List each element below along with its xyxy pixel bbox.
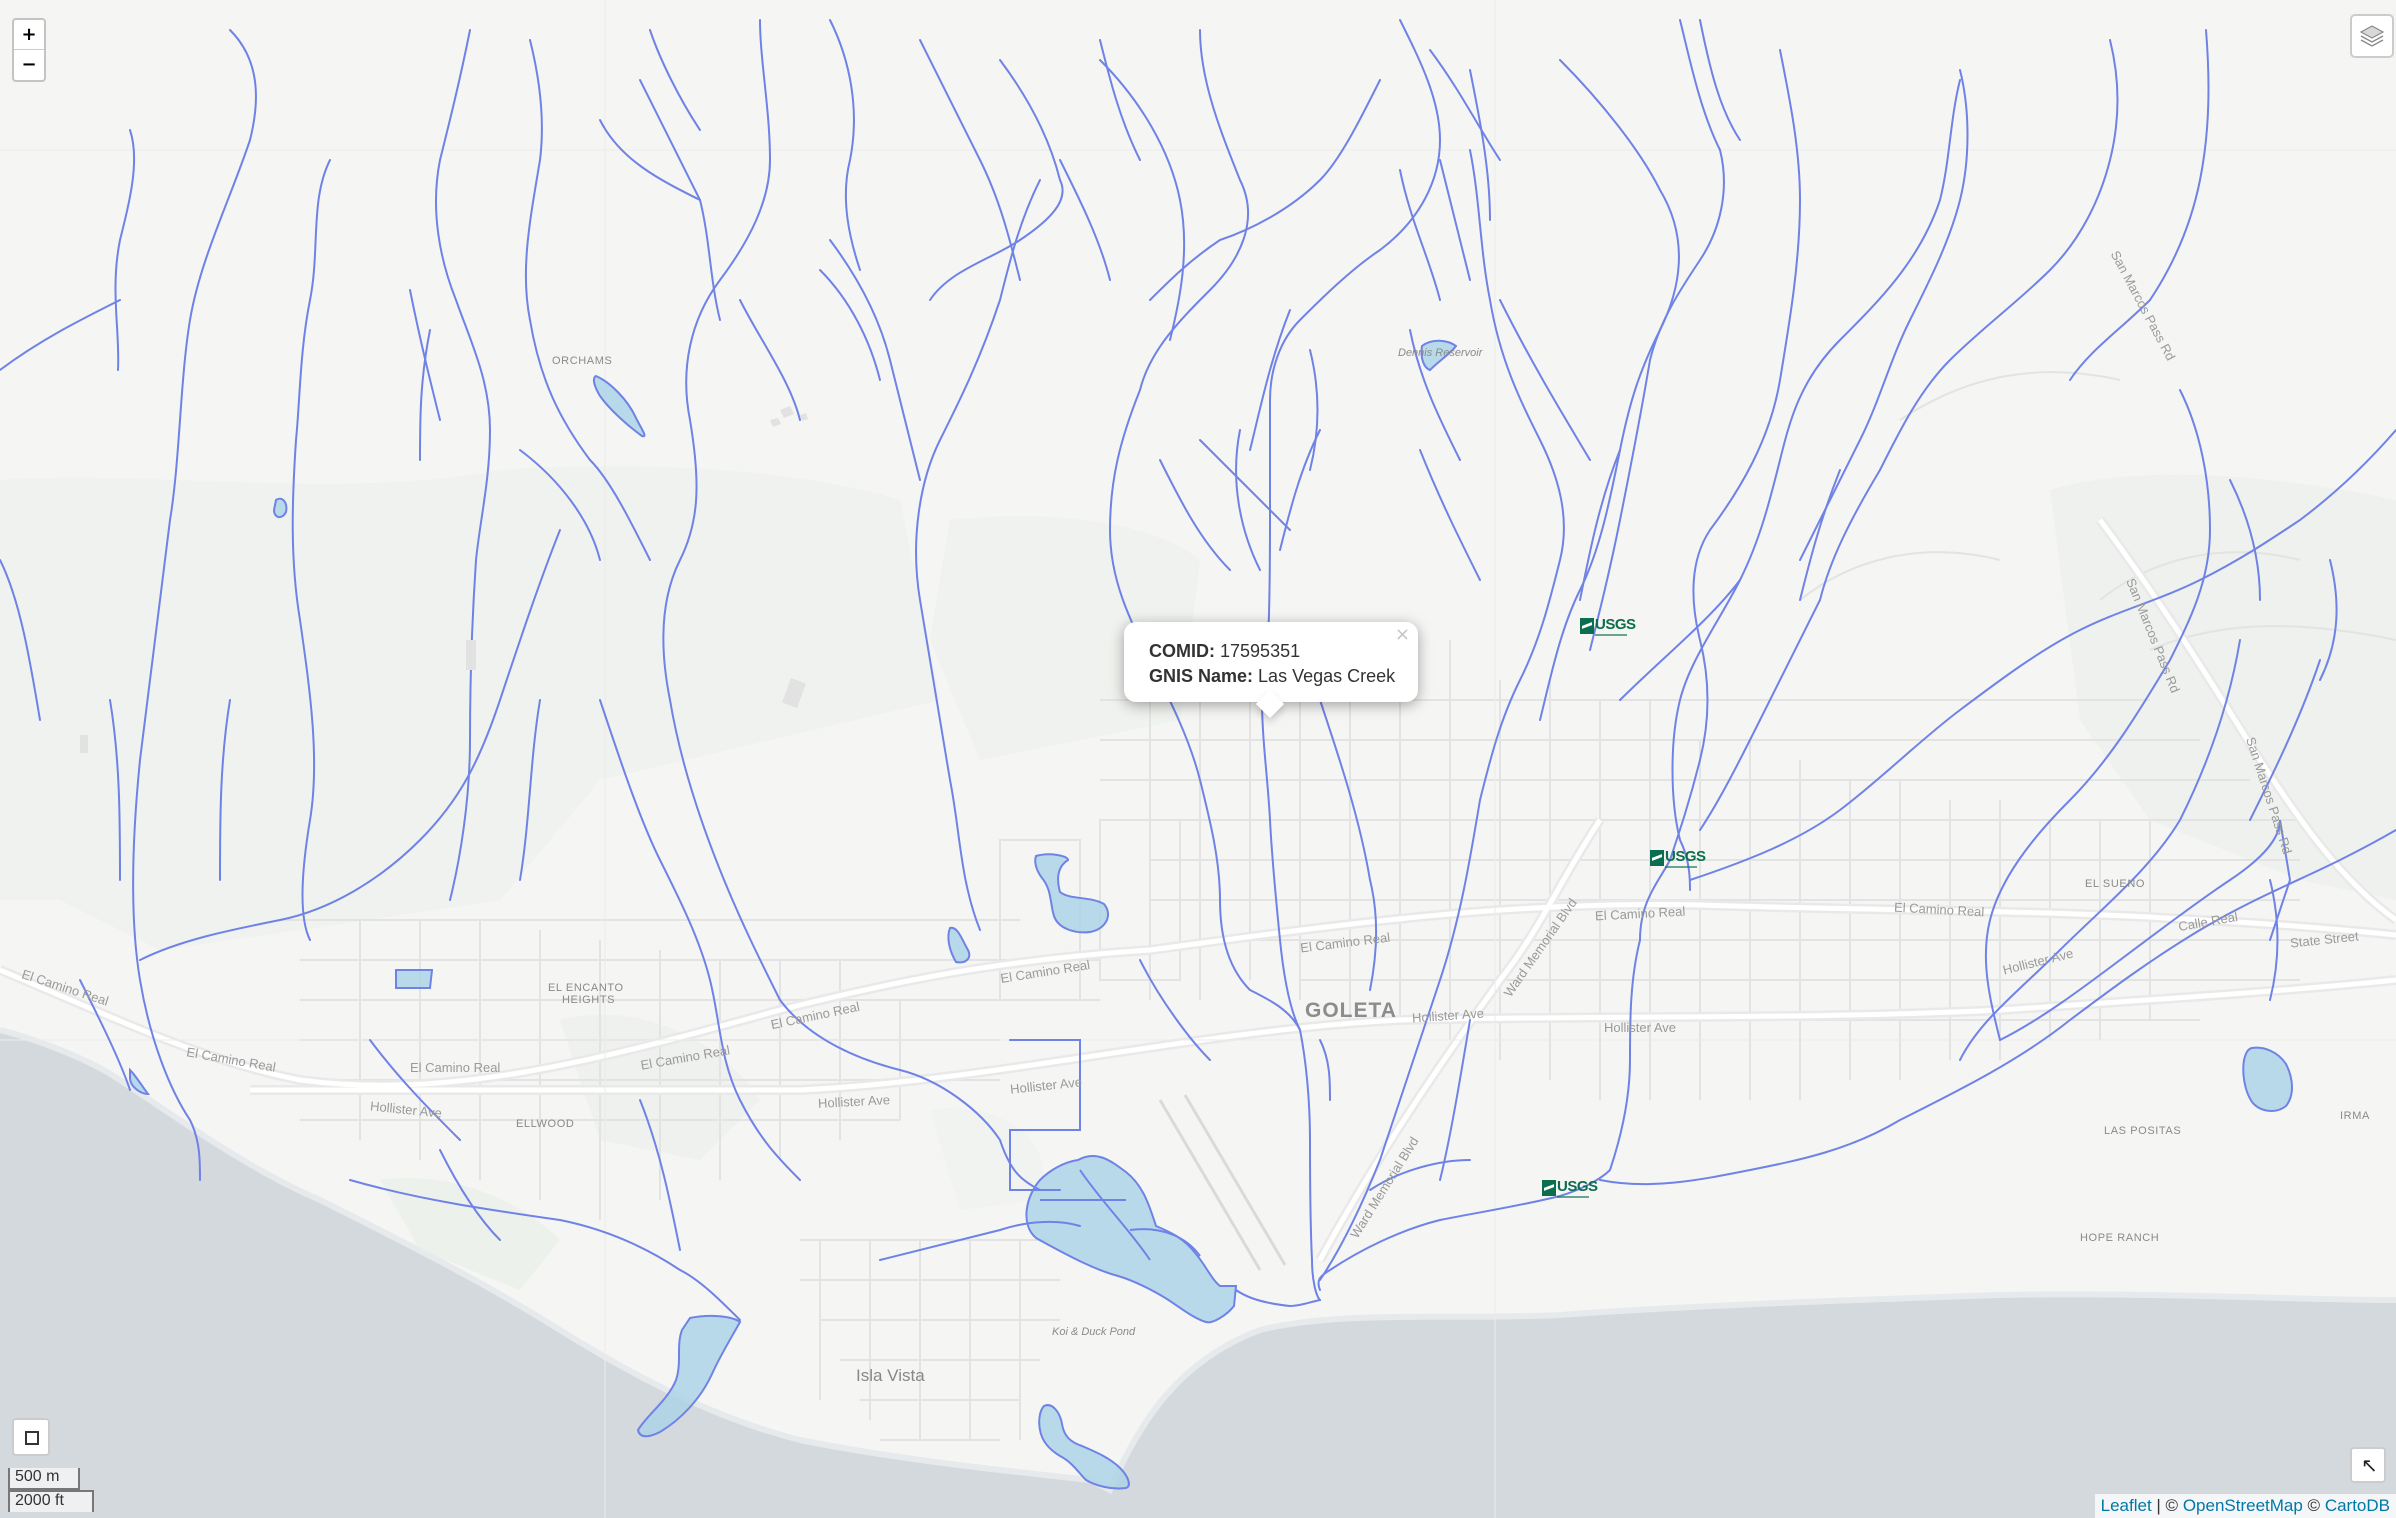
minimap-toggle-button[interactable] [12, 1418, 50, 1456]
usgs-logo-icon [1580, 618, 1594, 634]
layers-icon [2359, 25, 2385, 47]
square-icon [25, 1431, 39, 1445]
scale-bar: 500 m 2000 ft [8, 1468, 94, 1512]
waterbody [592, 374, 646, 438]
usgs-gauge-marker[interactable]: USGS [1580, 616, 1636, 642]
openstreetmap-link[interactable]: OpenStreetMap [2183, 1496, 2303, 1515]
map-basemap [0, 0, 2396, 1518]
flowline [829, 19, 861, 271]
leaflet-link[interactable]: Leaflet [2101, 1496, 2152, 1515]
flowline [1639, 49, 1802, 941]
flowline [0, 299, 121, 371]
arrow-up-left-icon: ↖ [2361, 1453, 2378, 1477]
flowline [1317, 939, 1641, 1291]
popup-comid-value: 17595351 [1220, 641, 1301, 661]
flowline [1319, 1039, 1331, 1101]
flowline [599, 119, 701, 201]
scale-metric: 500 m [8, 1468, 80, 1490]
flowline [1469, 69, 1491, 221]
zoom-in-button[interactable]: + [14, 20, 44, 50]
flowline [929, 59, 1064, 301]
waterbody [1420, 339, 1458, 372]
flowline [1309, 349, 1319, 471]
flowline [639, 79, 721, 321]
layers-control-button[interactable] [2350, 14, 2394, 58]
popup-close-button[interactable]: × [1395, 624, 1410, 645]
expand-button[interactable]: ↖ [2350, 1447, 2386, 1483]
flowline [1369, 1159, 1471, 1191]
waterbody [947, 926, 971, 964]
flowline [1149, 79, 1381, 301]
flowline [1799, 69, 1969, 561]
flowline [1059, 159, 1111, 281]
flowline [1759, 469, 1881, 721]
usgs-gauge-marker[interactable]: USGS [1542, 1178, 1598, 1204]
flowline [1199, 439, 1291, 531]
flowline [819, 269, 881, 381]
waterbody [1034, 853, 1109, 934]
cartodb-link[interactable]: CartoDB [2325, 1496, 2390, 1515]
scale-imperial: 2000 ft [8, 1490, 94, 1512]
waterbody [2242, 1046, 2293, 1112]
flowline [1799, 469, 1841, 601]
usgs-logo-icon [1542, 1180, 1556, 1196]
flowline [1235, 1289, 1321, 1308]
flowline [739, 299, 801, 421]
popup-content: COMID: 17595351 GNIS Name: Las Vegas Cre… [1149, 639, 1395, 689]
flowline [1499, 299, 1591, 461]
flowline [1235, 429, 1261, 571]
flowline [1108, 29, 1301, 1031]
zoom-control: + − [12, 18, 46, 82]
popup-gnis-value: Las Vegas Creek [1258, 666, 1396, 686]
flowline [1419, 449, 1481, 581]
waterbody [395, 969, 434, 989]
waterbody [272, 497, 288, 518]
flowline [419, 329, 431, 461]
usgs-gauge-marker[interactable]: USGS [1650, 848, 1706, 874]
flowline [1619, 579, 1741, 701]
feature-popup: COMID: 17595351 GNIS Name: Las Vegas Cre… [1124, 622, 1418, 719]
flowline [1399, 169, 1441, 301]
flowline [114, 129, 136, 371]
zoom-out-button[interactable]: − [14, 50, 44, 80]
popup-comid-row: COMID: 17595351 [1149, 639, 1395, 664]
popup-gnis-row: GNIS Name: Las Vegas Creek [1149, 664, 1395, 689]
attribution: Leaflet | © OpenStreetMap © CartoDB [2094, 1494, 2396, 1518]
flowline [1671, 79, 1961, 891]
map-container[interactable]: ORCHAMS EL ENCANTO HEIGHTS ELLWOOD GOLET… [0, 0, 2396, 1518]
flowline [1879, 39, 2119, 471]
popup-gnis-label: GNIS Name: [1149, 666, 1254, 686]
flowline [1439, 159, 1471, 281]
flowline [919, 39, 1021, 281]
popup-comid-label: COMID: [1149, 641, 1215, 661]
waterbody [1025, 1154, 1238, 1324]
flowline [1099, 59, 1186, 341]
usgs-logo-icon [1650, 850, 1664, 866]
flowline [1699, 19, 1741, 141]
flowline [2069, 29, 2210, 381]
flowline [1319, 699, 1378, 991]
